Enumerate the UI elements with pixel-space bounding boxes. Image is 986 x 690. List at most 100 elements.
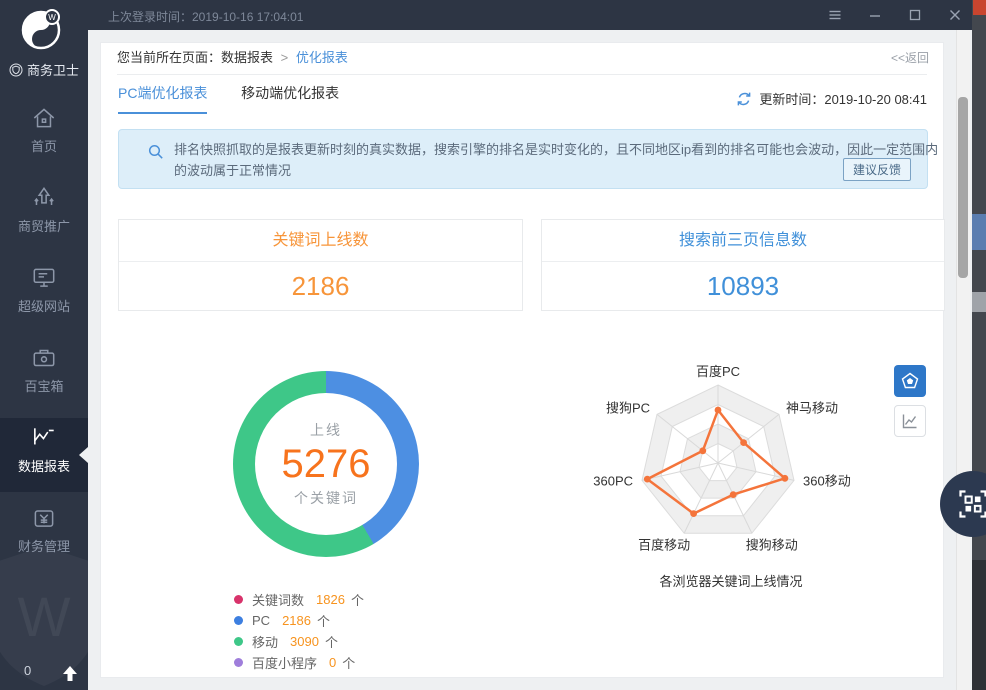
legend-value: 0: [329, 655, 336, 670]
radar-pentagon-icon: [901, 372, 919, 390]
tab-mobile-report[interactable]: 移动端优化报表: [241, 83, 339, 112]
background-window-strip: [972, 0, 986, 690]
breadcrumb-prefix: 您当前所在页面：: [117, 50, 221, 65]
breadcrumb-separator: >: [281, 50, 289, 65]
legend-value: 2186: [282, 613, 311, 628]
promotion-icon: [30, 184, 58, 212]
svg-text:搜狗移动: 搜狗移动: [746, 537, 798, 552]
notice-banner: 排名快照抓取的是报表更新时刻的真实数据，搜索引擎的排名是实时变化的，且不同地区i…: [118, 129, 928, 189]
legend-dot: [234, 595, 243, 604]
brand-name: 商务卫士: [27, 60, 79, 79]
website-icon: [30, 264, 58, 292]
legend-label: 关键词数: [252, 590, 304, 609]
sidebar-item-label: 数据报表: [18, 459, 70, 474]
legend-unit: 个: [351, 590, 364, 609]
radar-view-button[interactable]: [894, 365, 926, 397]
stat-card-keywords-online: 关键词上线数 2186: [118, 219, 523, 311]
legend-unit: 个: [317, 611, 330, 630]
main-panel: 您当前所在页面：数据报表 > 优化报表 <<返回 PC端优化报表 移动端优化报表…: [100, 42, 944, 678]
donut-center-top: 上线: [310, 420, 342, 440]
home-icon: [30, 104, 58, 132]
legend-unit: 个: [342, 653, 355, 672]
sidebar-item-label: 商贸推广: [18, 219, 70, 234]
sidebar-item-label: 百宝箱: [24, 379, 63, 394]
active-item-notch: [79, 447, 88, 463]
legend-value: 3090: [290, 634, 319, 649]
svg-text:360移动: 360移动: [803, 473, 851, 488]
report-icon: [30, 424, 58, 452]
menu-icon[interactable]: [828, 8, 842, 22]
svg-text:神马移动: 神马移动: [786, 400, 838, 415]
qr-code-icon: [958, 489, 986, 519]
feedback-button[interactable]: 建议反馈: [843, 158, 911, 181]
divider: [117, 74, 927, 75]
legend-unit: 个: [325, 632, 338, 651]
donut-center-value: 5276: [282, 442, 371, 486]
stat-card-value: 2186: [119, 262, 522, 310]
legend-item: 百度小程序 0 个: [234, 652, 364, 672]
radar-chart-title: 各浏览器关键词上线情况: [581, 571, 881, 590]
search-icon: [147, 143, 165, 161]
donut-legend: 关键词数 1826 个 PC 2186 个 移动 3090 个: [234, 589, 364, 673]
legend-label: 移动: [252, 632, 278, 651]
sidebar-item-website[interactable]: 超级网站: [0, 258, 88, 332]
sidebar-item-toolbox[interactable]: 百宝箱: [0, 338, 88, 412]
breadcrumb: 您当前所在页面：数据报表 > 优化报表 <<返回: [101, 43, 943, 73]
collapse-up-arrow-icon[interactable]: [62, 665, 78, 682]
svg-text:百度移动: 百度移动: [638, 537, 690, 552]
breadcrumb-section[interactable]: 数据报表: [221, 50, 273, 65]
scrollbar-thumb[interactable]: [958, 97, 968, 278]
legend-item: PC 2186 个: [234, 610, 364, 630]
close-icon[interactable]: [948, 8, 962, 22]
svg-text:W: W: [18, 585, 71, 648]
legend-label: PC: [252, 613, 270, 628]
legend-value: 1826: [316, 592, 345, 607]
donut-center-bottom: 个关键词: [294, 488, 358, 508]
back-link[interactable]: <<返回: [891, 43, 929, 73]
finance-icon: [30, 504, 58, 532]
stat-card-title: 搜索前三页信息数: [542, 220, 944, 262]
svg-text:360PC: 360PC: [593, 473, 633, 488]
radar-chart: 百度PC 神马移动 360移动搜狗移动 百度移动 360PC 搜狗PC: [581, 361, 881, 573]
notice-text: 排名快照抓取的是报表更新时刻的真实数据，搜索引擎的排名是实时变化的，且不同地区i…: [174, 139, 949, 181]
sidebar: W 商务卫士 首页 商贸推广 超级网站: [0, 0, 88, 690]
background-window-red-edge: [973, 0, 986, 15]
donut-chart: 上线 5276 个关键词: [233, 371, 419, 557]
minimize-icon[interactable]: [868, 8, 882, 22]
sidebar-item-reports[interactable]: 数据报表: [0, 418, 88, 492]
sidebar-item-label: 超级网站: [18, 299, 70, 314]
legend-label: 百度小程序: [252, 653, 317, 672]
app-window: 上次登录时间：2019-10-16 17:04:01 W: [0, 0, 986, 690]
stat-card-value: 10893: [542, 262, 944, 310]
window-controls: [828, 0, 962, 30]
refresh-icon[interactable]: [736, 91, 752, 107]
tab-pc-report[interactable]: PC端优化报表: [118, 83, 207, 114]
svg-text:百度PC: 百度PC: [696, 364, 740, 379]
line-view-button[interactable]: [894, 405, 926, 437]
svg-text:搜狗PC: 搜狗PC: [606, 400, 650, 415]
update-time-box: 更新时间：2019-10-20 08:41: [736, 89, 927, 108]
legend-dot: [234, 616, 243, 625]
svg-text:W: W: [48, 13, 56, 22]
last-login-text: 上次登录时间：2019-10-16 17:04:01: [108, 8, 303, 25]
top-bar: 上次登录时间：2019-10-16 17:04:01: [88, 0, 986, 30]
legend-dot: [234, 637, 243, 646]
brand-logo-icon: W: [18, 5, 66, 53]
toolbox-icon: [30, 344, 58, 372]
legend-item: 关键词数 1826 个: [234, 589, 364, 609]
donut-center-label: 上线 5276 个关键词: [233, 371, 419, 557]
sidebar-item-home[interactable]: 首页: [0, 98, 88, 172]
brand-row: 商务卫士: [0, 60, 88, 79]
update-time-text: 更新时间：2019-10-20 08:41: [759, 89, 927, 108]
sidebar-item-label: 首页: [31, 139, 57, 154]
sidebar-badge-count: 0: [24, 663, 31, 678]
sidebar-item-promotion[interactable]: 商贸推广: [0, 178, 88, 252]
stat-card-top3-info: 搜索前三页信息数 10893: [541, 219, 945, 311]
content-page: 您当前所在页面：数据报表 > 优化报表 <<返回 PC端优化报表 移动端优化报表…: [88, 30, 972, 690]
brand-badge-icon: [9, 63, 23, 77]
report-tabs: PC端优化报表 移动端优化报表: [118, 83, 369, 115]
breadcrumb-current[interactable]: 优化报表: [296, 50, 348, 65]
legend-item: 移动 3090 个: [234, 631, 364, 651]
maximize-icon[interactable]: [908, 8, 922, 22]
line-chart-icon: [901, 412, 919, 430]
